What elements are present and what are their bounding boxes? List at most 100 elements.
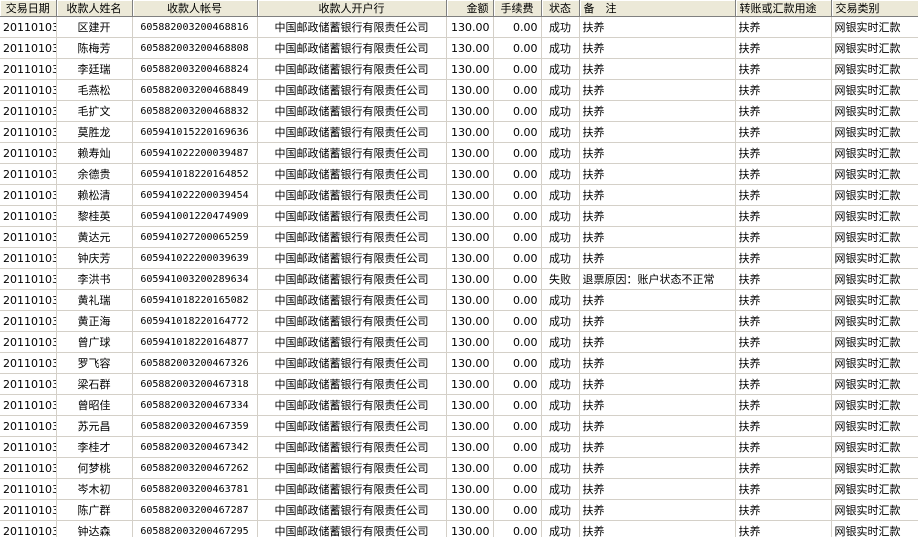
cell-fee: 0.00: [493, 247, 542, 269]
table-row[interactable]: 20110103 黄正海 605941018220164772 中国邮政储蓄银行有限责…: [0, 310, 918, 332]
cell-fee: 0.00: [493, 16, 542, 38]
cell-type: 网银实时汇款: [831, 310, 918, 332]
cell-status: 成功: [541, 457, 580, 479]
cell-name: 毛燕松: [56, 79, 133, 101]
cell-date: 20110103: [0, 37, 57, 59]
cell-type: 网银实时汇款: [831, 352, 918, 374]
table-row[interactable]: 20110103 何梦桃 605882003200467262 中国邮政储蓄银行有限责…: [0, 457, 918, 479]
cell-bank: 中国邮政储蓄银行有限责任公司: [257, 247, 447, 269]
column-header-purpose[interactable]: 转账或汇款用途: [735, 0, 832, 17]
column-header-status[interactable]: 状态: [541, 0, 580, 17]
column-header-type[interactable]: 交易类别: [831, 0, 918, 17]
cell-status: 失败: [541, 268, 580, 290]
column-header-bank[interactable]: 收款人开户行: [257, 0, 447, 17]
table-row[interactable]: 20110103 李洪书 605941003200289634 中国邮政储蓄银行有限责…: [0, 268, 918, 290]
table-row[interactable]: 20110103 莫胜龙 605941015220169636 中国邮政储蓄银行有限责…: [0, 121, 918, 143]
table-row[interactable]: 20110103 余德贵 605941018220164852 中国邮政储蓄银行有限责…: [0, 163, 918, 185]
table-row[interactable]: 20110103 钟达森 605882003200467295 中国邮政储蓄银行有限责…: [0, 520, 918, 537]
cell-status: 成功: [541, 163, 580, 185]
table-row[interactable]: 20110103 岑木初 605882003200463781 中国邮政储蓄银行有限责…: [0, 478, 918, 500]
column-header-remark[interactable]: 备 注: [579, 0, 736, 17]
transaction-table: 交易日期 收款人姓名 收款人帐号 收款人开户行 金额 手续费 状态 备 注 转账…: [0, 0, 918, 537]
cell-status: 成功: [541, 499, 580, 521]
column-header-name[interactable]: 收款人姓名: [56, 0, 133, 17]
table-row[interactable]: 20110103 李廷瑞 605882003200468824 中国邮政储蓄银行有限责…: [0, 58, 918, 80]
cell-remark: 扶养: [579, 163, 736, 185]
table-row[interactable]: 20110103 黄礼瑞 605941018220165082 中国邮政储蓄银行有限责…: [0, 289, 918, 311]
cell-account: 605941022200039454: [132, 184, 258, 206]
cell-fee: 0.00: [493, 457, 542, 479]
table-row[interactable]: 20110103 黎桂英 605941001220474909 中国邮政储蓄银行有限责…: [0, 205, 918, 227]
table-row[interactable]: 20110103 梁石群 605882003200467318 中国邮政储蓄银行有限责…: [0, 373, 918, 395]
table-row[interactable]: 20110103 毛燕松 605882003200468849 中国邮政储蓄银行有限责…: [0, 79, 918, 101]
table-row[interactable]: 20110103 陈广群 605882003200467287 中国邮政储蓄银行有限责…: [0, 499, 918, 521]
cell-purpose: 扶养: [735, 184, 832, 206]
cell-purpose: 扶养: [735, 289, 832, 311]
cell-date: 20110103: [0, 205, 57, 227]
cell-amount: 130.00: [446, 100, 494, 122]
cell-purpose: 扶养: [735, 520, 832, 537]
cell-purpose: 扶养: [735, 331, 832, 353]
cell-name: 黎桂英: [56, 205, 133, 227]
table-row[interactable]: 20110103 黄达元 605941027200065259 中国邮政储蓄银行有限责…: [0, 226, 918, 248]
table-row[interactable]: 20110103 李桂才 605882003200467342 中国邮政储蓄银行有限责…: [0, 436, 918, 458]
table-row[interactable]: 20110103 赖松清 605941022200039454 中国邮政储蓄银行有限责…: [0, 184, 918, 206]
cell-account: 605941018220164852: [132, 163, 258, 185]
cell-account: 605882003200468824: [132, 58, 258, 80]
cell-status: 成功: [541, 37, 580, 59]
column-header-amount[interactable]: 金额: [446, 0, 494, 17]
cell-fee: 0.00: [493, 415, 542, 437]
table-row[interactable]: 20110103 区建开 605882003200468816 中国邮政储蓄银行有限责…: [0, 16, 918, 38]
cell-type: 网银实时汇款: [831, 163, 918, 185]
cell-account: 605882003200468816: [132, 16, 258, 38]
column-header-date[interactable]: 交易日期: [0, 0, 57, 17]
cell-name: 梁石群: [56, 373, 133, 395]
cell-amount: 130.00: [446, 373, 494, 395]
table-body: 20110103 区建开 605882003200468816 中国邮政储蓄银行有限责…: [0, 16, 918, 537]
cell-fee: 0.00: [493, 184, 542, 206]
cell-type: 网银实时汇款: [831, 394, 918, 416]
cell-date: 20110103: [0, 373, 57, 395]
cell-date: 20110103: [0, 16, 57, 38]
column-header-fee[interactable]: 手续费: [493, 0, 542, 17]
cell-purpose: 扶养: [735, 436, 832, 458]
cell-remark: 扶养: [579, 79, 736, 101]
table-row[interactable]: 20110103 毛扩文 605882003200468832 中国邮政储蓄银行有限责…: [0, 100, 918, 122]
cell-status: 成功: [541, 310, 580, 332]
table-row[interactable]: 20110103 钟庆芳 605941022200039639 中国邮政储蓄银行有限责…: [0, 247, 918, 269]
cell-type: 网银实时汇款: [831, 289, 918, 311]
cell-fee: 0.00: [493, 373, 542, 395]
cell-status: 成功: [541, 205, 580, 227]
table-row[interactable]: 20110103 苏元昌 605882003200467359 中国邮政储蓄银行有限责…: [0, 415, 918, 437]
cell-status: 成功: [541, 436, 580, 458]
cell-name: 赖松清: [56, 184, 133, 206]
cell-bank: 中国邮政储蓄银行有限责任公司: [257, 79, 447, 101]
cell-bank: 中国邮政储蓄银行有限责任公司: [257, 163, 447, 185]
cell-account: 605882003200468808: [132, 37, 258, 59]
cell-bank: 中国邮政储蓄银行有限责任公司: [257, 100, 447, 122]
cell-date: 20110103: [0, 58, 57, 80]
column-header-account[interactable]: 收款人帐号: [132, 0, 258, 17]
cell-amount: 130.00: [446, 352, 494, 374]
cell-remark: 扶养: [579, 100, 736, 122]
cell-account: 605941015220169636: [132, 121, 258, 143]
cell-bank: 中国邮政储蓄银行有限责任公司: [257, 457, 447, 479]
cell-amount: 130.00: [446, 142, 494, 164]
cell-type: 网银实时汇款: [831, 100, 918, 122]
cell-status: 成功: [541, 520, 580, 537]
table-row[interactable]: 20110103 罗飞容 605882003200467326 中国邮政储蓄银行有限责…: [0, 352, 918, 374]
cell-bank: 中国邮政储蓄银行有限责任公司: [257, 394, 447, 416]
cell-remark: 扶养: [579, 16, 736, 38]
table-row[interactable]: 20110103 曾广球 605941018220164877 中国邮政储蓄银行有限责…: [0, 331, 918, 353]
cell-amount: 130.00: [446, 184, 494, 206]
table-row[interactable]: 20110103 赖寿灿 605941022200039487 中国邮政储蓄银行有限责…: [0, 142, 918, 164]
cell-name: 黄礼瑞: [56, 289, 133, 311]
cell-remark: 扶养: [579, 205, 736, 227]
cell-account: 605882003200467262: [132, 457, 258, 479]
cell-fee: 0.00: [493, 394, 542, 416]
table-row[interactable]: 20110103 曾昭佳 605882003200467334 中国邮政储蓄银行有限责…: [0, 394, 918, 416]
cell-type: 网银实时汇款: [831, 499, 918, 521]
cell-type: 网银实时汇款: [831, 247, 918, 269]
table-row[interactable]: 20110103 陈梅芳 605882003200468808 中国邮政储蓄银行有限责…: [0, 37, 918, 59]
cell-fee: 0.00: [493, 121, 542, 143]
